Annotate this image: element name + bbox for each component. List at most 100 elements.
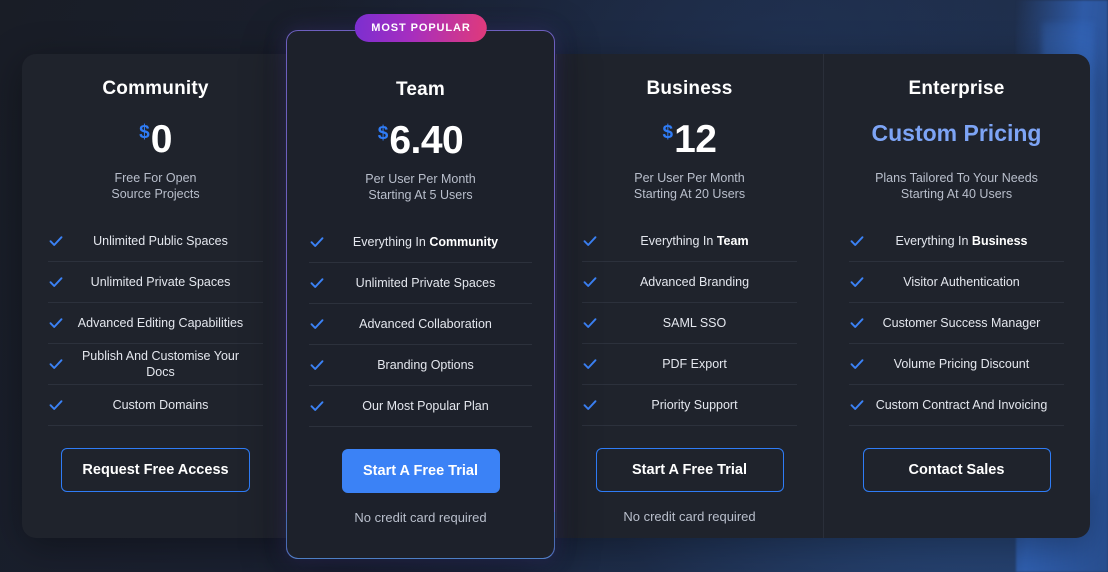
check-icon bbox=[48, 315, 64, 331]
feature-label: Our Most Popular Plan bbox=[309, 398, 532, 414]
feature-row: Visitor Authentication bbox=[849, 262, 1064, 303]
feature-text: Customer Success Manager bbox=[882, 316, 1041, 330]
feature-row: Volume Pricing Discount bbox=[849, 344, 1064, 385]
cta-note: No credit card required bbox=[354, 510, 487, 525]
check-icon bbox=[582, 274, 598, 290]
feature-label: SAML SSO bbox=[582, 315, 797, 331]
feature-text: Unlimited Private Spaces bbox=[355, 276, 496, 290]
feature-row: PDF Export bbox=[582, 344, 797, 385]
currency-symbol: $ bbox=[377, 123, 389, 144]
feature-text: Custom Contract And Invoicing bbox=[875, 398, 1048, 412]
pricing-card-enterprise[interactable]: Enterprise Custom Pricing Plans Tailored T… bbox=[823, 54, 1090, 538]
feature-row: Customer Success Manager bbox=[849, 303, 1064, 344]
pricing-board: Community $0 Free For Open Source Projects U… bbox=[22, 54, 1090, 538]
cta-wrapper: Start A Free Trial bbox=[309, 449, 532, 493]
check-icon bbox=[48, 274, 64, 290]
cta-wrapper: Contact Sales bbox=[849, 448, 1064, 492]
feature-row: Priority Support bbox=[582, 385, 797, 426]
feature-text: Advanced Branding bbox=[639, 275, 750, 289]
feature-text: Everything In Community bbox=[352, 235, 499, 249]
feature-row: Everything In Team bbox=[582, 221, 797, 262]
feature-label: Unlimited Private Spaces bbox=[309, 275, 532, 291]
price-row: $0 bbox=[48, 110, 263, 161]
feature-text: Unlimited Public Spaces bbox=[93, 234, 228, 248]
feature-label: Advanced Collaboration bbox=[309, 316, 532, 332]
feature-row: Publish And Customise Your Docs bbox=[48, 344, 263, 385]
plan-subtitle-line1: Per User Per Month bbox=[365, 172, 476, 186]
cta-note: No credit card required bbox=[623, 509, 756, 524]
feature-row: Everything In Business bbox=[849, 221, 1064, 262]
feature-label: Custom Contract And Invoicing bbox=[849, 397, 1064, 413]
plan-subtitle-line2: Starting At 20 Users bbox=[633, 187, 746, 201]
feature-text: Publish And Customise Your Docs bbox=[81, 349, 240, 379]
plan-subtitle: Plans Tailored To Your Needs Starting At … bbox=[849, 170, 1064, 202]
check-icon bbox=[309, 316, 325, 332]
feature-label: Everything In Business bbox=[849, 233, 1064, 249]
feature-label: Advanced Editing Capabilities bbox=[48, 315, 263, 331]
check-icon bbox=[48, 397, 64, 413]
pricing-card-team[interactable]: MOST POPULAR Team $6.40 Per User Per Month S… bbox=[286, 14, 555, 559]
feature-row: Unlimited Public Spaces bbox=[48, 221, 263, 262]
pricing-columns: Community $0 Free For Open Source Projects U… bbox=[22, 54, 1090, 538]
feature-text: Advanced Collaboration bbox=[359, 317, 492, 331]
check-icon bbox=[48, 356, 64, 372]
plan-subtitle: Per User Per Month Starting At 20 Users bbox=[582, 170, 797, 202]
feature-row: Custom Contract And Invoicing bbox=[849, 385, 1064, 426]
pricing-card-business[interactable]: Business $12 Per User Per Month Starting At… bbox=[556, 54, 823, 538]
feature-text: Volume Pricing Discount bbox=[893, 357, 1030, 371]
feature-list: Everything In Community Unlimited Private… bbox=[309, 222, 532, 427]
pricing-card-community[interactable]: Community $0 Free For Open Source Projects U… bbox=[22, 54, 289, 538]
feature-label: Priority Support bbox=[582, 397, 797, 413]
feature-label: Unlimited Private Spaces bbox=[48, 274, 263, 290]
plan-subtitle-line2: Starting At 40 Users bbox=[900, 187, 1013, 201]
cta-wrapper: Start A Free Trial bbox=[582, 448, 797, 492]
cta-button-community[interactable]: Request Free Access bbox=[61, 448, 250, 492]
plan-subtitle-line1: Free For Open bbox=[114, 171, 197, 185]
feature-text: PDF Export bbox=[662, 357, 727, 371]
check-icon bbox=[582, 397, 598, 413]
price-row: Custom Pricing bbox=[849, 110, 1064, 156]
cta-button-business[interactable]: Start A Free Trial bbox=[595, 448, 784, 492]
cta-button-enterprise[interactable]: Contact Sales bbox=[862, 448, 1051, 492]
price-row: $12 bbox=[582, 110, 797, 161]
check-icon bbox=[849, 315, 865, 331]
check-icon bbox=[849, 397, 865, 413]
feature-list: Everything In Team Advanced Branding SAML … bbox=[582, 221, 797, 426]
currency-symbol: $ bbox=[662, 122, 674, 143]
feature-row: Advanced Collaboration bbox=[309, 304, 532, 345]
feature-label: PDF Export bbox=[582, 356, 797, 372]
currency-symbol: $ bbox=[139, 122, 150, 143]
feature-label: Publish And Customise Your Docs bbox=[48, 348, 263, 380]
cta-wrapper: Request Free Access bbox=[48, 448, 263, 492]
feature-label: Advanced Branding bbox=[582, 274, 797, 290]
plan-subtitle-line1: Per User Per Month bbox=[634, 171, 745, 185]
feature-label: Volume Pricing Discount bbox=[849, 356, 1064, 372]
price-amount: 0 bbox=[150, 118, 173, 161]
plan-subtitle-line2: Starting At 5 Users bbox=[368, 188, 473, 202]
feature-label: Everything In Community bbox=[309, 234, 532, 250]
feature-list: Everything In Business Visitor Authentica… bbox=[849, 221, 1064, 426]
plan-name: Enterprise bbox=[908, 78, 1005, 99]
feature-row: SAML SSO bbox=[582, 303, 797, 344]
check-icon bbox=[849, 233, 865, 249]
plan-subtitle-line2: Source Projects bbox=[111, 187, 200, 201]
feature-text: Branding Options bbox=[377, 358, 474, 372]
feature-row: Advanced Branding bbox=[582, 262, 797, 303]
feature-row: Custom Domains bbox=[48, 385, 263, 426]
feature-row: Unlimited Private Spaces bbox=[309, 263, 532, 304]
plan-subtitle: Free For Open Source Projects bbox=[48, 170, 263, 202]
feature-text: Everything In Team bbox=[640, 234, 749, 248]
feature-row: Branding Options bbox=[309, 345, 532, 386]
plan-subtitle: Per User Per Month Starting At 5 Users bbox=[309, 171, 532, 203]
feature-list: Unlimited Public Spaces Unlimited Private… bbox=[48, 221, 263, 426]
feature-label: Customer Success Manager bbox=[849, 315, 1064, 331]
check-icon bbox=[849, 274, 865, 290]
plan-name: Business bbox=[646, 78, 733, 99]
feature-label: Visitor Authentication bbox=[849, 274, 1064, 290]
feature-text: Everything In Business bbox=[895, 234, 1028, 248]
feature-text: Priority Support bbox=[651, 398, 738, 412]
cta-button-team[interactable]: Start A Free Trial bbox=[341, 449, 500, 493]
check-icon bbox=[309, 234, 325, 250]
custom-pricing-label: Custom Pricing bbox=[871, 120, 1042, 146]
check-icon bbox=[309, 275, 325, 291]
